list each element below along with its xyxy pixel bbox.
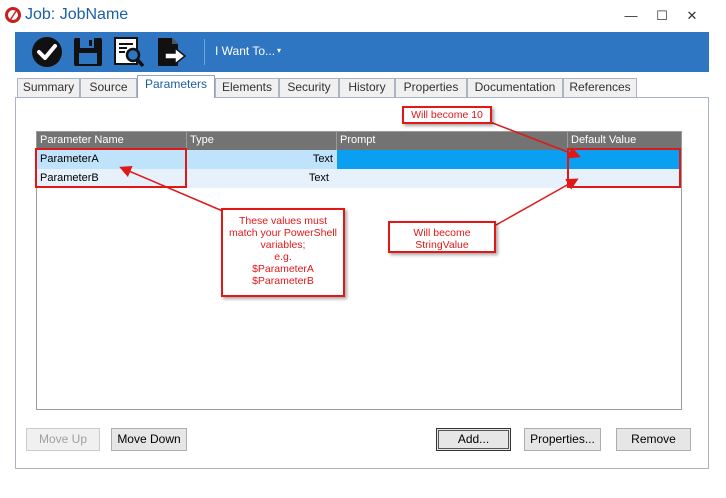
callout-line: match your PowerShell	[229, 227, 337, 239]
ribbon-toolbar: I Want To... ▾	[15, 32, 709, 72]
remove-button[interactable]: Remove	[616, 428, 691, 451]
move-up-button[interactable]: Move Up	[26, 428, 100, 451]
save-icon	[74, 38, 102, 66]
cell-type[interactable]: Text	[187, 150, 337, 169]
export-button[interactable]	[153, 35, 189, 69]
callout-line: variables;	[260, 239, 306, 251]
callout-will-become-stringvalue: Will become StringValue	[388, 221, 496, 253]
tab-history[interactable]: History	[339, 78, 395, 97]
chevron-down-icon: ▾	[277, 46, 282, 55]
callout-line: Will become	[413, 227, 471, 239]
move-down-button[interactable]: Move Down	[111, 428, 187, 451]
cell-type[interactable]: Text	[187, 169, 333, 188]
cell-prompt[interactable]	[337, 150, 568, 169]
tab-properties[interactable]: Properties	[395, 78, 467, 97]
parameter-names-highlight	[35, 148, 187, 188]
callout-line: These values must	[238, 215, 328, 227]
tab-documentation[interactable]: Documentation	[467, 78, 563, 97]
callout-line: StringValue	[415, 239, 469, 251]
callout-line: $ParameterB	[252, 275, 314, 287]
validate-button[interactable]	[29, 35, 65, 69]
tab-security[interactable]: Security	[279, 78, 339, 97]
callout-powershell-variables: These values must match your PowerShell …	[221, 208, 345, 297]
close-button[interactable]: ✕	[682, 6, 702, 26]
window-title: Job: JobName	[25, 6, 129, 23]
column-header-prompt[interactable]: Prompt	[337, 132, 568, 150]
cell-prompt[interactable]	[337, 169, 568, 188]
check-icon	[32, 37, 62, 67]
add-button[interactable]: Add...	[436, 428, 511, 451]
export-icon	[158, 38, 187, 66]
tab-source[interactable]: Source	[80, 78, 137, 97]
save-button[interactable]	[70, 35, 106, 69]
preview-button[interactable]	[111, 35, 147, 69]
maximize-button[interactable]: ☐	[652, 6, 672, 26]
title-bar: Job: JobName — ☐ ✕	[0, 0, 726, 32]
i-want-to-menu[interactable]: I Want To... ▾	[215, 44, 281, 58]
callout-line: $ParameterA	[252, 263, 314, 275]
tab-elements[interactable]: Elements	[215, 78, 279, 97]
tab-summary[interactable]: Summary	[17, 78, 80, 97]
minimize-button[interactable]: —	[621, 6, 641, 26]
app-logo-icon	[5, 7, 21, 23]
column-header-type[interactable]: Type	[187, 132, 337, 150]
tab-bar: Summary Source Parameters Elements Secur…	[15, 75, 709, 98]
callout-line: e.g.	[274, 251, 292, 263]
ribbon-separator	[204, 39, 205, 65]
default-values-highlight	[567, 148, 681, 188]
callout-will-become-10: Will become 10	[402, 106, 492, 124]
tab-parameters[interactable]: Parameters	[137, 75, 215, 98]
preview-icon	[114, 37, 145, 68]
properties-button[interactable]: Properties...	[524, 428, 601, 451]
i-want-to-label: I Want To...	[215, 44, 276, 58]
tab-references[interactable]: References	[563, 78, 637, 97]
